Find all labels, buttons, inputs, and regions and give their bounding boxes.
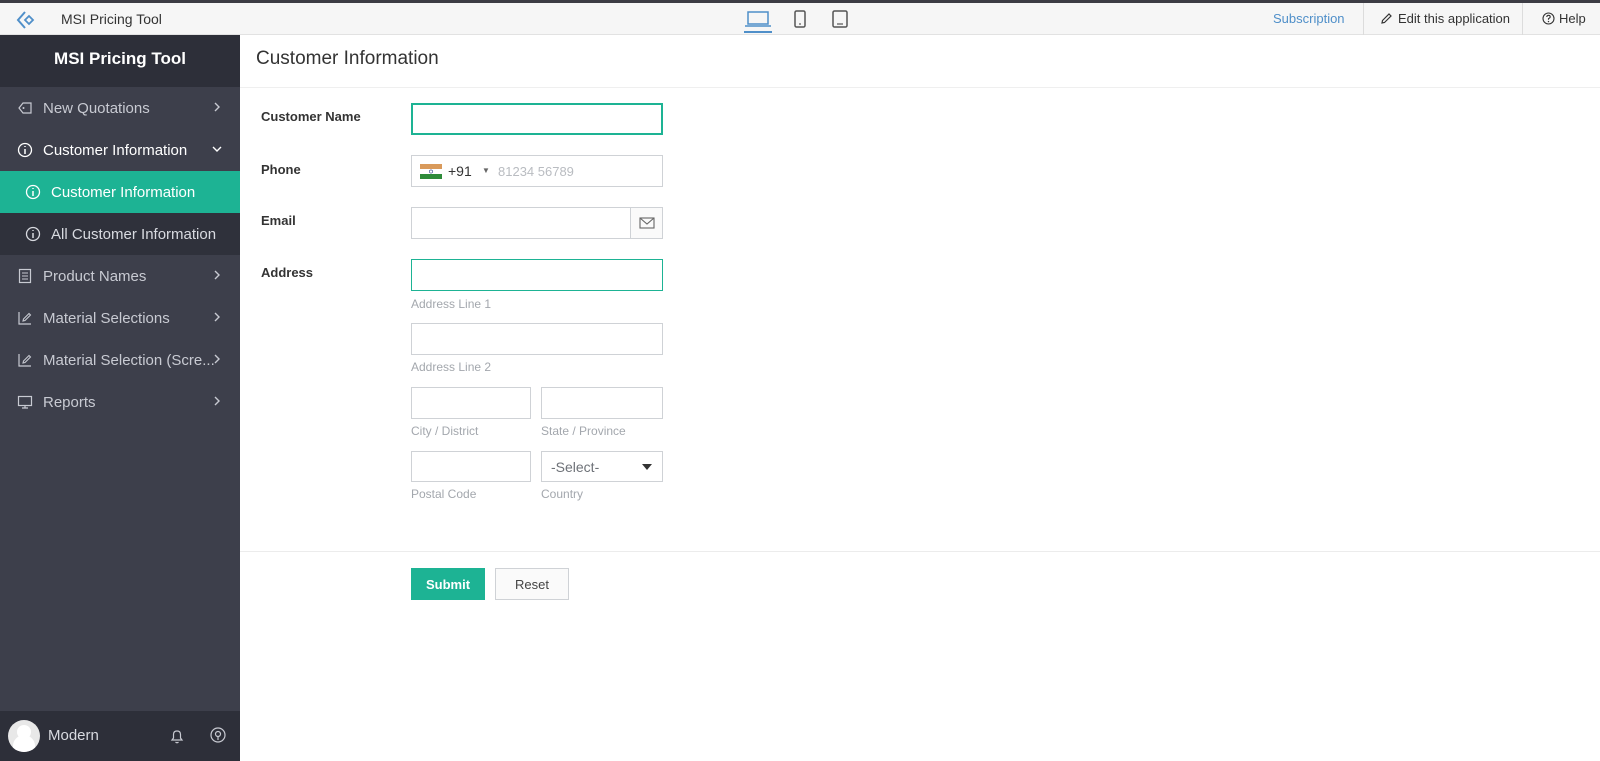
sidebar-item-product-names[interactable]: Product Names: [0, 255, 240, 297]
bell-icon[interactable]: [168, 727, 186, 745]
customer-name-input[interactable]: [411, 103, 663, 135]
address-line2-hint: Address Line 2: [411, 360, 492, 374]
email-label: Email: [261, 213, 296, 228]
avatar[interactable]: [8, 720, 40, 752]
tablet-view-icon[interactable]: [830, 7, 850, 33]
help-button[interactable]: Help: [1542, 11, 1586, 26]
edit-list-icon: [18, 312, 32, 325]
subscription-link[interactable]: Subscription: [1273, 11, 1345, 26]
sidebar-item-label: Reports: [43, 393, 96, 411]
sidebar-item-label: Product Names: [43, 267, 147, 285]
main-content: Customer Information Customer Name Phone…: [240, 35, 1600, 761]
submit-button[interactable]: Submit: [411, 568, 485, 600]
phone-label: Phone: [261, 162, 301, 177]
phone-country-code[interactable]: +91: [448, 163, 472, 179]
sidebar-subitem-label: Customer Information: [51, 183, 196, 201]
page-title: Customer Information: [256, 48, 439, 69]
phone-field: +91 ▼: [411, 155, 663, 187]
mail-icon: [630, 208, 662, 238]
app-title: MSI Pricing Tool: [61, 11, 162, 27]
india-flag-icon[interactable]: [420, 164, 442, 179]
help-label: Help: [1559, 11, 1586, 26]
divider: [240, 87, 1600, 88]
address-label: Address: [261, 265, 314, 280]
sidebar-subitem-customer-information[interactable]: Customer Information: [0, 171, 240, 213]
phone-view-icon[interactable]: [791, 7, 809, 33]
city-input[interactable]: [411, 387, 531, 419]
address-line1-hint: Address Line 1: [411, 297, 492, 311]
divider: [1522, 3, 1523, 35]
chevron-right-icon: [214, 312, 220, 322]
divider: [240, 551, 1600, 552]
list-icon: [18, 268, 32, 284]
sidebar-item-material-selections[interactable]: Material Selections: [0, 297, 240, 339]
back-to-apps-icon[interactable]: [14, 9, 36, 31]
sidebar-item-reports[interactable]: Reports: [0, 381, 240, 423]
customer-name-label: Customer Name: [261, 109, 361, 124]
edit-list-icon: [18, 354, 32, 367]
sidebar-subitem-all-customer-information[interactable]: All Customer Information: [0, 213, 240, 255]
sidebar-item-label: New Quotations: [43, 99, 150, 117]
chevron-right-icon: [214, 354, 220, 364]
sidebar-item-label: Customer Information: [43, 141, 188, 159]
theme-icon[interactable]: [209, 726, 227, 744]
postal-code-hint: Postal Code: [411, 487, 477, 501]
quotation-icon: [18, 102, 32, 114]
sidebar-footer: Modern: [0, 711, 240, 761]
caret-down-icon[interactable]: ▼: [482, 166, 490, 175]
help-icon: [1542, 12, 1555, 25]
state-hint: State / Province: [541, 424, 626, 438]
sidebar-item-material-selection-screen[interactable]: Material Selection (Scre...: [0, 339, 240, 381]
info-icon: [17, 142, 33, 158]
phone-input[interactable]: [494, 156, 660, 186]
edit-application-label: Edit this application: [1398, 11, 1511, 26]
edit-application-button[interactable]: Edit this application: [1380, 11, 1510, 26]
chevron-down-icon: [212, 146, 222, 152]
address-line2-input[interactable]: [411, 323, 663, 355]
city-hint: City / District: [411, 424, 479, 438]
sidebar-item-new-quotations[interactable]: New Quotations: [0, 87, 240, 129]
address-line1-input[interactable]: [411, 259, 663, 291]
sidebar-item-label: Material Selection (Scre...: [43, 351, 215, 369]
country-hint: Country: [541, 487, 584, 501]
caret-down-icon: [642, 464, 652, 470]
email-input[interactable]: [412, 208, 630, 238]
top-bar: MSI Pricing Tool Subscription Edit this …: [0, 0, 1600, 35]
chevron-right-icon: [214, 396, 220, 406]
postal-code-input[interactable]: [411, 451, 531, 482]
sidebar-brand: MSI Pricing Tool: [0, 35, 240, 87]
divider: [1363, 3, 1364, 35]
reset-button[interactable]: Reset: [495, 568, 569, 600]
chevron-right-icon: [214, 270, 220, 280]
laptop-view-icon[interactable]: [744, 7, 772, 33]
email-field: [411, 207, 663, 239]
country-select-value: -Select-: [551, 459, 600, 475]
sidebar-item-label: Material Selections: [43, 309, 170, 327]
sidebar: MSI Pricing Tool New Quotations Customer…: [0, 35, 240, 761]
country-select[interactable]: -Select-: [541, 451, 663, 482]
sidebar-item-customer-information[interactable]: Customer Information: [0, 129, 240, 171]
chevron-right-icon: [214, 102, 220, 112]
sidebar-subitem-label: All Customer Information: [51, 225, 217, 243]
info-icon: [25, 184, 41, 200]
state-input[interactable]: [541, 387, 663, 419]
info-icon: [25, 226, 41, 242]
user-name[interactable]: Modern: [48, 727, 99, 744]
pencil-icon: [1381, 13, 1392, 24]
monitor-icon: [17, 395, 33, 409]
